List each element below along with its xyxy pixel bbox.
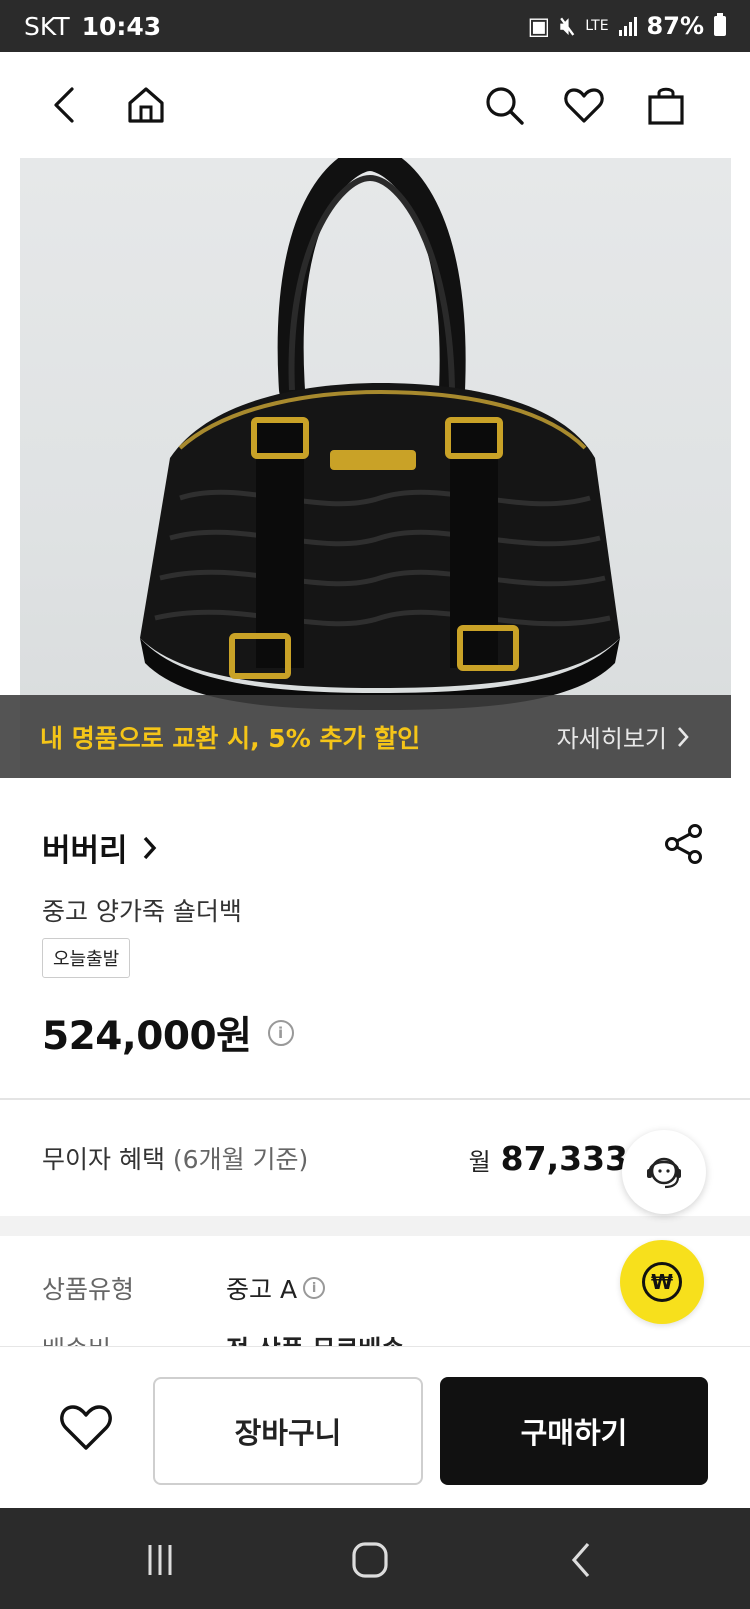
info-icon[interactable]: i (267, 1020, 294, 1046)
promo-detail-link[interactable]: 자세히보기 (557, 719, 691, 754)
home-nav-icon[interactable] (340, 1538, 400, 1582)
brand-name: 버버리 (42, 833, 128, 869)
system-nav-bar (0, 1508, 750, 1609)
promo-banner[interactable]: 내 명품으로 교환 시, 5% 추가 할인 자세히보기 (0, 695, 731, 778)
promo-text: 내 명품으로 교환 시, 5% 추가 할인 (40, 723, 421, 753)
search-icon[interactable] (478, 79, 530, 131)
battery-icon (714, 13, 726, 36)
battery-percent: 87% (646, 12, 704, 40)
detail-value-text: 중고 A (226, 1275, 298, 1304)
product-image[interactable] (20, 158, 731, 778)
info-icon[interactable]: i (303, 1277, 326, 1299)
brand-link[interactable]: 버버리 (42, 825, 160, 870)
home-icon[interactable] (120, 79, 172, 131)
installment-month-prefix: 월 (468, 1147, 491, 1176)
back-nav-icon[interactable] (552, 1538, 612, 1582)
product-name: 중고 양가죽 숄더백 (42, 897, 242, 926)
top-header (0, 52, 750, 158)
promo-link-label: 자세히보기 (556, 725, 667, 753)
installment-sub: (6개월 기준) (172, 1145, 309, 1174)
share-icon[interactable] (662, 822, 706, 866)
chevron-right-icon (143, 836, 156, 859)
buy-now-button[interactable]: 구매하기 (440, 1377, 708, 1485)
installment-title: 무이자 혜택 (42, 1145, 165, 1174)
detail-label: 상품유형 (42, 1275, 135, 1304)
mute-icon: 🔇︎ (560, 12, 576, 40)
wishlist-heart-icon[interactable] (56, 1397, 116, 1457)
headset-agent-icon (647, 1157, 681, 1189)
price: 524,000원 (42, 1014, 252, 1059)
price-row: 524,000원 i (42, 1005, 294, 1061)
clock: 10:43 (81, 11, 162, 41)
shipping-tag: 오늘출발 (42, 938, 131, 978)
won-payment-button[interactable]: ₩ (620, 1240, 704, 1324)
bottom-action-bar: 장바구니 구매하기 (0, 1346, 750, 1508)
chevron-right-icon (678, 726, 689, 747)
installment-label: 무이자 혜택 (6개월 기준) (42, 1140, 308, 1176)
won-icon: ₩ (642, 1262, 682, 1302)
heart-icon[interactable] (558, 79, 610, 131)
network-label: LTE (585, 17, 609, 34)
handbag-illustration (140, 158, 620, 710)
detail-value: 중고 A i (226, 1270, 326, 1306)
status-bar: SKT 10:43 ▣ 🔇︎ LTE 87% (0, 0, 750, 52)
installment-amount: 87,333 (500, 1138, 628, 1178)
shopping-bag-icon[interactable] (640, 79, 692, 131)
back-icon[interactable] (40, 79, 92, 131)
recent-apps-icon[interactable] (130, 1538, 190, 1582)
section-gap (0, 1216, 750, 1236)
add-to-cart-button[interactable]: 장바구니 (153, 1377, 423, 1485)
signal-icon (618, 16, 637, 36)
product-detail-page: SKT 10:43 ▣ 🔇︎ LTE 87% 내 명품으로 교환 시, 5% 추… (0, 0, 750, 1609)
carrier-label: SKT (24, 11, 70, 41)
battery-saver-icon: ▣ (527, 12, 551, 40)
detail-row-type: 상품유형 중고 A i (42, 1270, 326, 1306)
customer-support-button[interactable] (622, 1130, 706, 1214)
